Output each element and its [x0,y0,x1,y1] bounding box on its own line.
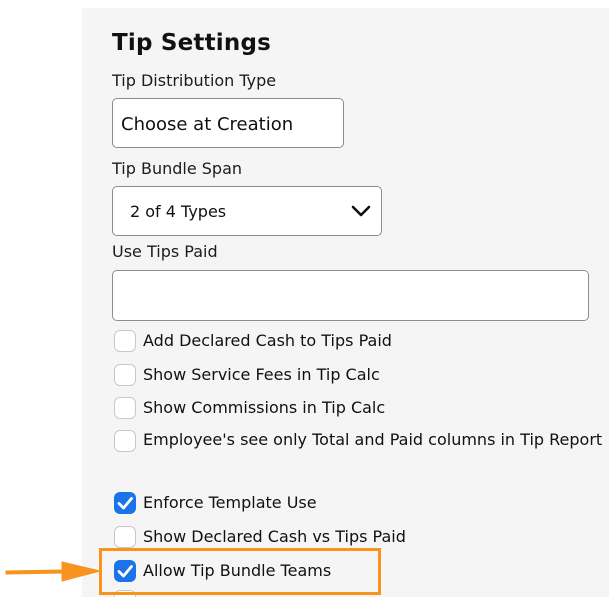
chevron-down-icon [351,205,371,217]
checkmark-icon [117,497,133,510]
option-label: Show Commissions in Tip Calc [143,398,386,417]
checkbox[interactable] [114,430,136,452]
distribution-type-value: Choose at Creation [121,114,294,135]
option-label: Show Service Fees in Tip Calc [143,365,380,384]
section-title: Tip Settings [112,30,272,56]
option-label: Enforce Template Use [143,493,317,512]
tips-paid-label: Use Tips Paid [112,242,218,261]
tips-paid-field[interactable] [112,270,589,321]
option-label: Add Declared Cash to Tips Paid [143,331,392,350]
option-label: Employee's see only Total and Paid colum… [143,430,603,449]
checkbox[interactable] [114,526,136,548]
distribution-type-field[interactable]: Choose at Creation [112,98,344,148]
checkbox-checked[interactable] [114,492,136,514]
arrow-right-icon [5,561,101,582]
distribution-type-label: Tip Distribution Type [112,71,277,90]
checkbox[interactable] [114,397,136,419]
bundle-span-value: 2 of 4 Types [130,202,227,221]
highlight-box [99,548,381,595]
option-label: Show Declared Cash vs Tips Paid [143,527,406,546]
bundle-span-label: Tip Bundle Span [112,159,243,178]
bundle-span-select[interactable]: 2 of 4 Types [112,186,382,236]
checkbox[interactable] [114,364,136,386]
checkbox[interactable] [114,330,136,352]
